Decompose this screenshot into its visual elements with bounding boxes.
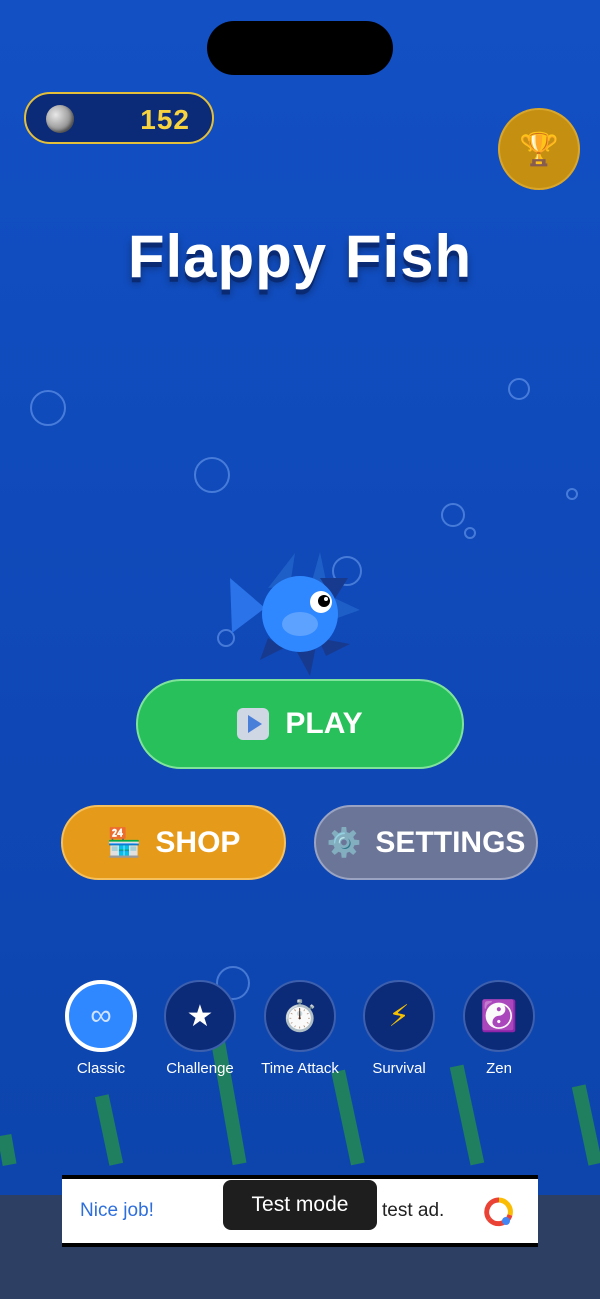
shop-icon: 🏪 [106, 827, 142, 858]
mode-challenge[interactable]: ★ Challenge [155, 980, 245, 1077]
play-label: PLAY [285, 707, 363, 740]
gear-icon: ⚙️ [326, 827, 362, 858]
infinity-icon: ∞ [65, 980, 137, 1052]
bubble [508, 378, 530, 400]
play-button[interactable]: PLAY [136, 679, 464, 769]
play-icon [237, 708, 270, 740]
game-title: Flappy Fish [127, 223, 473, 290]
device-notch [207, 21, 393, 75]
bubble [566, 488, 578, 500]
mode-label: Challenge [166, 1060, 234, 1077]
yin-yang-icon: ☯️ [463, 980, 535, 1052]
seaweed [0, 1134, 17, 1166]
mode-label: Zen [486, 1060, 512, 1077]
mode-classic[interactable]: ∞ Classic [56, 980, 146, 1077]
ad-body-text: test ad. [382, 1200, 445, 1221]
ad-headline: Nice job! [80, 1200, 154, 1221]
mode-time-attack[interactable]: ⏱️ Time Attack [255, 980, 345, 1077]
test-mode-toast: Test mode [223, 1180, 377, 1230]
bubble [194, 457, 230, 493]
leaderboard-button[interactable]: 🏆 [498, 108, 580, 190]
ad-logo-icon [484, 1197, 513, 1227]
mode-zen[interactable]: ☯️ Zen [454, 980, 544, 1077]
bubble [441, 503, 465, 527]
lightning-icon: ⚡ [363, 980, 435, 1052]
bubble [464, 527, 476, 539]
seaweed [449, 1064, 485, 1166]
trophy-icon: 🏆 [519, 131, 559, 167]
seaweed [571, 1084, 600, 1166]
coin-counter: 152 [24, 92, 214, 144]
mode-label: Time Attack [261, 1060, 339, 1077]
shop-label: SHOP [155, 825, 241, 859]
settings-label: SETTINGS [375, 825, 526, 859]
settings-button[interactable]: ⚙️ SETTINGS [314, 805, 538, 880]
seaweed [94, 1094, 124, 1166]
mode-label: Survival [372, 1060, 426, 1077]
bubble [30, 390, 66, 426]
shop-button[interactable]: 🏪 SHOP [61, 805, 286, 880]
star-icon: ★ [164, 980, 236, 1052]
coin-icon [46, 105, 74, 133]
seaweed [331, 1069, 365, 1166]
coin-count: 152 [140, 104, 190, 135]
fish-character [230, 552, 360, 676]
stopwatch-icon: ⏱️ [264, 980, 336, 1052]
mode-survival[interactable]: ⚡ Survival [354, 980, 444, 1077]
mode-label: Classic [76, 1060, 126, 1077]
